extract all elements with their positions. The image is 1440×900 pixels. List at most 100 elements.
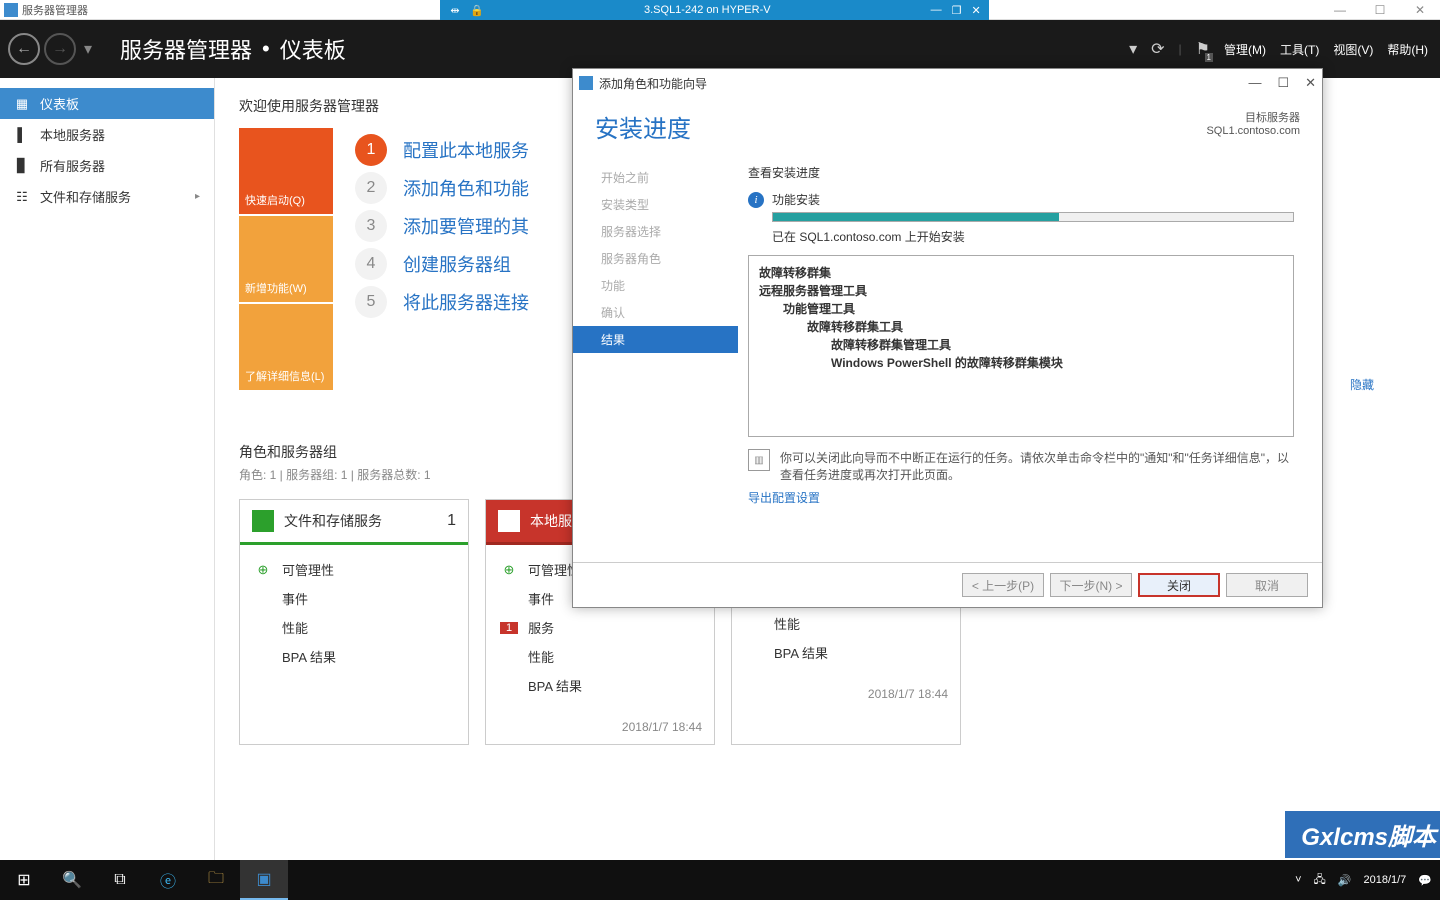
start-button[interactable]: ⊞ <box>0 860 48 900</box>
wizard-close-action-button[interactable]: 关闭 <box>1138 573 1220 597</box>
sidebar-item-label: 文件和存储服务 <box>40 187 131 206</box>
step-4-badge: 4 <box>355 248 387 280</box>
wizard-step-features: 功能 <box>573 272 738 299</box>
notification-flag-icon[interactable]: ⚑1 <box>1196 39 1210 59</box>
sidebar-item-file-storage[interactable]: ☷ 文件和存储服务 ▸ <box>0 181 214 212</box>
wizard-prev-button: < 上一步(P) <box>962 573 1044 597</box>
view-progress-label: 查看安装进度 <box>748 164 1294 181</box>
step-3-link[interactable]: 添加要管理的其 <box>403 213 529 239</box>
tile-whats-new[interactable]: 新增功能(W) <box>239 216 335 304</box>
tray-date[interactable]: 2018/1/7 <box>1363 874 1406 886</box>
status-ok-icon: ⊕ <box>500 562 518 578</box>
menu-help[interactable]: 帮助(H) <box>1387 41 1428 58</box>
card-timestamp: 2018/1/7 18:44 <box>486 710 714 744</box>
step-4-link[interactable]: 创建服务器组 <box>403 251 511 277</box>
card-file-storage[interactable]: 文件和存储服务 1 ⊕可管理性 事件 性能 BPA 结果 <box>239 499 469 745</box>
task-view-button[interactable]: ⧉ <box>96 860 144 900</box>
vm-pin-icon[interactable]: ⇹ <box>448 3 462 17</box>
tray-up-icon[interactable]: ˅ <box>1295 874 1301 886</box>
search-button[interactable]: 🔍 <box>48 860 96 900</box>
status-ok-icon: ⊕ <box>254 562 272 578</box>
vm-name: 3.SQL1-242 on HYPER-V <box>644 4 771 16</box>
server-manager-icon <box>4 3 18 17</box>
vm-lock-icon[interactable]: 🔒 <box>470 3 484 17</box>
wizard-step-before: 开始之前 <box>573 164 738 191</box>
card-title: 文件和存储服务 <box>284 511 437 531</box>
add-roles-wizard: 添加角色和功能向导 — ☐ ✕ 安装进度 目标服务器 SQL1.contoso.… <box>572 68 1323 608</box>
taskbar-ie-icon[interactable]: ⓔ <box>144 860 192 900</box>
wizard-window-title: 添加角色和功能向导 <box>599 75 707 92</box>
window-close-button[interactable]: ✕ <box>1400 0 1440 20</box>
wizard-title: 安装进度 <box>595 109 691 144</box>
menu-manage[interactable]: 管理(M) <box>1224 41 1266 58</box>
breadcrumb-current: 仪表板 <box>280 33 346 65</box>
vm-restore-icon[interactable]: ❐ <box>952 4 962 17</box>
task-hint-text: 你可以关闭此向导而不中断正在运行的任务。请依次单击命令栏中的"通知"和"任务详细… <box>780 449 1294 483</box>
menu-view[interactable]: 视图(V) <box>1333 41 1373 58</box>
refresh-icon[interactable]: ⟳ <box>1151 39 1164 59</box>
wizard-icon <box>579 76 593 90</box>
vm-connection-bar: ⇹ 🔒 3.SQL1-242 on HYPER-V — ❐ ✕ <box>440 0 989 20</box>
sidebar-item-label: 本地服务器 <box>40 125 105 144</box>
taskbar-server-manager-icon[interactable]: ▣ <box>240 860 288 900</box>
step-2-badge: 2 <box>355 172 387 204</box>
taskbar-explorer-icon[interactable]: 🗀 <box>192 860 240 900</box>
export-config-link[interactable]: 导出配置设置 <box>748 489 820 506</box>
install-message: 已在 SQL1.contoso.com 上开始安装 <box>772 228 1294 245</box>
wizard-step-server-select: 服务器选择 <box>573 218 738 245</box>
tray-volume-icon[interactable]: 🔊 <box>1338 874 1352 887</box>
header-separator: | <box>1179 42 1182 56</box>
target-server-name: SQL1.contoso.com <box>1206 125 1300 137</box>
vm-close-icon[interactable]: ✕ <box>971 4 980 17</box>
task-hint-icon: ▥ <box>748 449 770 471</box>
window-minimize-button[interactable]: — <box>1320 0 1360 20</box>
target-server-label: 目标服务器 <box>1206 109 1300 125</box>
dashboard-icon: ▦ <box>14 96 30 112</box>
nav-forward-button[interactable]: → <box>44 33 76 65</box>
install-results-box: 故障转移群集 远程服务器管理工具 功能管理工具 故障转移群集工具 故障转移群集管… <box>748 255 1294 437</box>
card-timestamp <box>240 681 468 701</box>
tray-network-icon[interactable]: 🖧 <box>1314 871 1326 890</box>
nav-back-button[interactable]: ← <box>8 33 40 65</box>
nav-dropdown-icon[interactable]: ▾ <box>84 39 92 59</box>
header-dropdown-icon[interactable]: ▾ <box>1129 39 1137 59</box>
sidebar-item-dashboard[interactable]: ▦ 仪表板 <box>0 88 214 119</box>
taskbar: ⊞ 🔍 ⧉ ⓔ 🗀 ▣ ˅ 🖧 🔊 2018/1/7 💬 <box>0 860 1440 900</box>
hide-link[interactable]: 隐藏 <box>1350 376 1374 393</box>
file-storage-icon: ☷ <box>14 189 30 205</box>
wizard-step-results: 结果 <box>573 326 738 353</box>
install-status: 功能安装 <box>772 191 820 208</box>
tray-notifications-icon[interactable]: 💬 <box>1418 874 1432 887</box>
step-1-link[interactable]: 配置此本地服务 <box>403 137 529 163</box>
wizard-next-button: 下一步(N) > <box>1050 573 1132 597</box>
wizard-close-button[interactable]: ✕ <box>1305 75 1316 91</box>
sidebar-item-local-server[interactable]: ▌ 本地服务器 <box>0 119 214 150</box>
step-5-badge: 5 <box>355 286 387 318</box>
wizard-maximize-button[interactable]: ☐ <box>1277 75 1289 91</box>
step-2-link[interactable]: 添加角色和功能 <box>403 175 529 201</box>
wizard-titlebar[interactable]: 添加角色和功能向导 — ☐ ✕ <box>573 69 1322 97</box>
app-titlebar: 服务器管理器 ⇹ 🔒 3.SQL1-242 on HYPER-V — ❐ ✕ —… <box>0 0 1440 20</box>
chevron-right-icon: ▸ <box>195 191 200 202</box>
sidebar-item-all-servers[interactable]: ▊ 所有服务器 <box>0 150 214 181</box>
menu-tools[interactable]: 工具(T) <box>1280 41 1319 58</box>
app-title: 服务器管理器 <box>22 2 88 18</box>
step-3-badge: 3 <box>355 210 387 242</box>
local-server-card-icon <box>498 510 520 532</box>
window-maximize-button[interactable]: ☐ <box>1360 0 1400 20</box>
tile-quick-start[interactable]: 快速启动(Q) <box>239 128 335 216</box>
wizard-minimize-button[interactable]: — <box>1248 75 1261 91</box>
wizard-step-roles: 服务器角色 <box>573 245 738 272</box>
step-5-link[interactable]: 将此服务器连接 <box>403 289 529 315</box>
tile-learn-more[interactable]: 了解详细信息(L) <box>239 304 335 392</box>
info-icon: i <box>748 192 764 208</box>
sidebar-item-label: 仪表板 <box>40 94 79 113</box>
sidebar: ▦ 仪表板 ▌ 本地服务器 ▊ 所有服务器 ☷ 文件和存储服务 ▸ <box>0 78 215 860</box>
wizard-cancel-button: 取消 <box>1226 573 1308 597</box>
breadcrumb-root[interactable]: 服务器管理器 <box>120 33 252 65</box>
wizard-step-list: 开始之前 安装类型 服务器选择 服务器角色 功能 确认 结果 <box>573 154 738 562</box>
vm-minimize-icon[interactable]: — <box>931 4 942 17</box>
step-1-badge: 1 <box>355 134 387 166</box>
wizard-step-type: 安装类型 <box>573 191 738 218</box>
card-count: 1 <box>447 512 456 530</box>
